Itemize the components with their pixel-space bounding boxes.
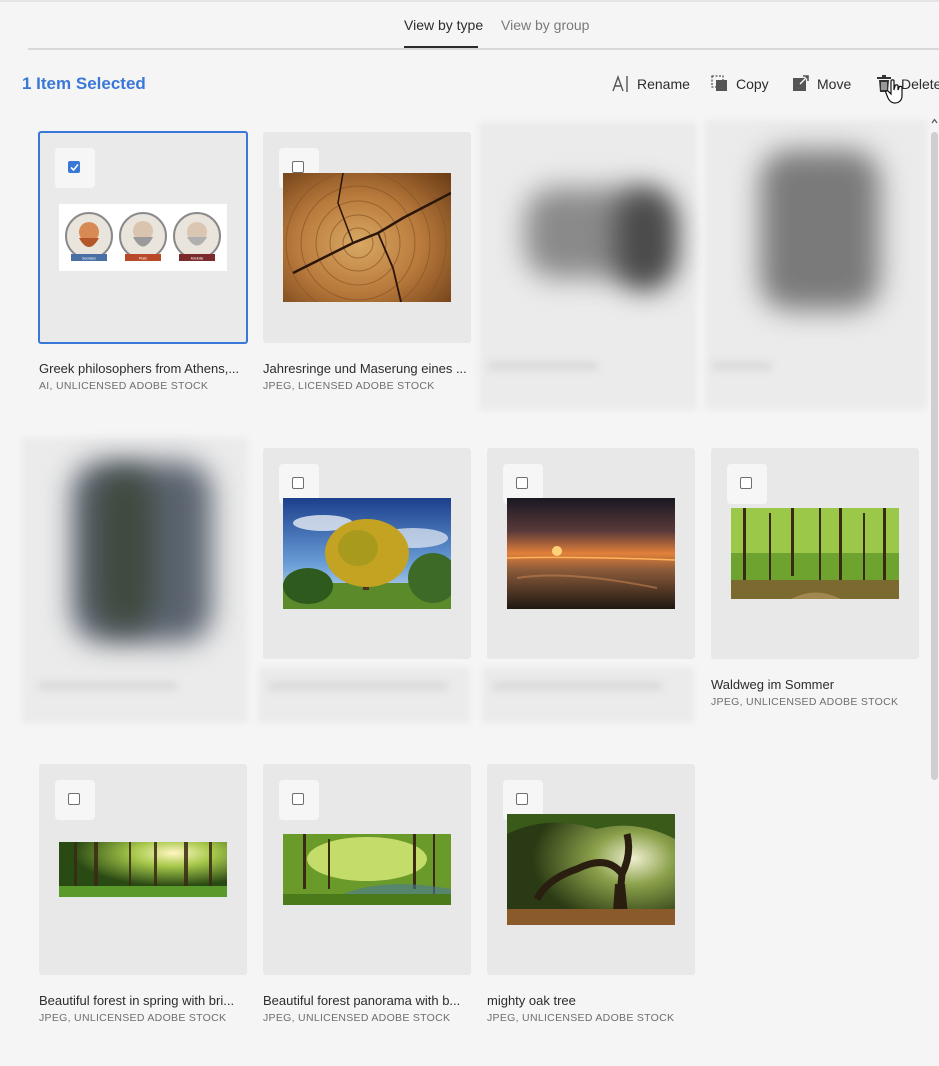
selection-count: 1 Item Selected xyxy=(22,74,146,93)
blurred-text xyxy=(38,682,178,690)
tab-view-by-group[interactable]: View by group xyxy=(501,17,589,33)
copy-label: Copy xyxy=(736,76,769,92)
delete-label: Delete xyxy=(901,76,939,92)
asset-meta: JPEG, UNLICENSED ADOBE STOCK xyxy=(711,696,899,708)
asset-checkbox[interactable] xyxy=(55,148,95,188)
checkbox-unchecked xyxy=(292,793,304,805)
oak-tree-thumbnail xyxy=(507,814,675,925)
asset-checkbox[interactable] xyxy=(55,780,95,820)
move-icon xyxy=(793,75,809,91)
blurred-thumbnail xyxy=(95,470,155,630)
autumn-tree-thumbnail xyxy=(283,498,451,609)
svg-text:Plato: Plato xyxy=(139,257,147,261)
scroll-up-arrow-icon[interactable] xyxy=(930,116,939,126)
asset-card[interactable] xyxy=(487,448,695,659)
copy-button[interactable]: Copy xyxy=(711,73,769,95)
asset-card[interactable] xyxy=(487,764,695,975)
philosopher-illustration xyxy=(65,212,221,261)
asset-meta: JPEG, UNLICENSED ADOBE STOCK xyxy=(487,1012,675,1024)
asset-card[interactable] xyxy=(263,448,471,659)
asset-card[interactable] xyxy=(263,764,471,975)
copy-icon xyxy=(711,75,727,91)
move-button[interactable]: Move xyxy=(792,73,851,95)
asset-title[interactable]: Beautiful forest panorama with b... xyxy=(263,993,468,1008)
asset-title[interactable]: Waldweg im Sommer xyxy=(711,677,916,692)
checkbox-unchecked xyxy=(740,477,752,489)
rename-button[interactable]: Rename xyxy=(612,73,690,95)
blurred-text xyxy=(492,682,662,690)
checkbox-unchecked xyxy=(68,793,80,805)
asset-title[interactable]: mighty oak tree xyxy=(487,993,692,1008)
blurred-caption xyxy=(258,667,470,723)
asset-card[interactable] xyxy=(263,132,471,343)
asset-title[interactable]: Jahresringe und Maserung eines ... xyxy=(263,361,468,376)
rename-icon xyxy=(612,75,628,92)
asset-title[interactable]: Greek philosophers from Athens,... xyxy=(39,361,244,376)
checkbox-checked xyxy=(68,161,80,173)
blurred-thumbnail xyxy=(760,150,880,310)
rename-label: Rename xyxy=(637,76,690,92)
blurred-text xyxy=(488,362,598,370)
tab-view-by-type[interactable]: View by type xyxy=(404,17,483,33)
svg-text:Aristotle: Aristotle xyxy=(191,257,204,261)
move-label: Move xyxy=(817,76,852,92)
asset-card[interactable] xyxy=(711,448,919,659)
asset-checkbox[interactable] xyxy=(279,780,319,820)
asset-meta: JPEG, UNLICENSED ADOBE STOCK xyxy=(39,1012,227,1024)
spring-forest-thumbnail xyxy=(59,842,227,897)
scrollbar-thumb[interactable] xyxy=(931,132,938,780)
blurred-thumbnail xyxy=(615,190,675,290)
asset-card[interactable] xyxy=(39,764,247,975)
asset-meta: JPEG, UNLICENSED ADOBE STOCK xyxy=(263,1012,451,1024)
philosophers-thumbnail: Socrates Plato Aristotle xyxy=(59,204,227,271)
svg-text:Socrates: Socrates xyxy=(82,257,96,261)
asset-card[interactable]: Socrates Plato Aristotle xyxy=(38,131,248,344)
asset-title[interactable]: Beautiful forest in spring with bri... xyxy=(39,993,244,1008)
forest-path-thumbnail xyxy=(731,508,899,599)
checkbox-unchecked xyxy=(292,161,304,173)
active-tab-indicator xyxy=(404,46,478,48)
checkbox-unchecked xyxy=(516,477,528,489)
sunset-beach-thumbnail xyxy=(507,498,675,609)
blurred-text xyxy=(712,362,772,370)
checkbox-unchecked xyxy=(516,793,528,805)
view-tabs: View by type View by group xyxy=(28,0,939,50)
asset-meta: AI, UNLICENSED ADOBE STOCK xyxy=(39,380,209,392)
wood-rings-thumbnail xyxy=(283,173,451,302)
hand-cursor-icon xyxy=(885,79,903,104)
forest-panorama-thumbnail xyxy=(283,834,451,905)
asset-checkbox[interactable] xyxy=(727,464,767,504)
checkbox-unchecked xyxy=(292,477,304,489)
blurred-caption xyxy=(482,667,694,723)
asset-meta: JPEG, LICENSED ADOBE STOCK xyxy=(263,380,435,392)
blurred-text xyxy=(268,682,448,690)
